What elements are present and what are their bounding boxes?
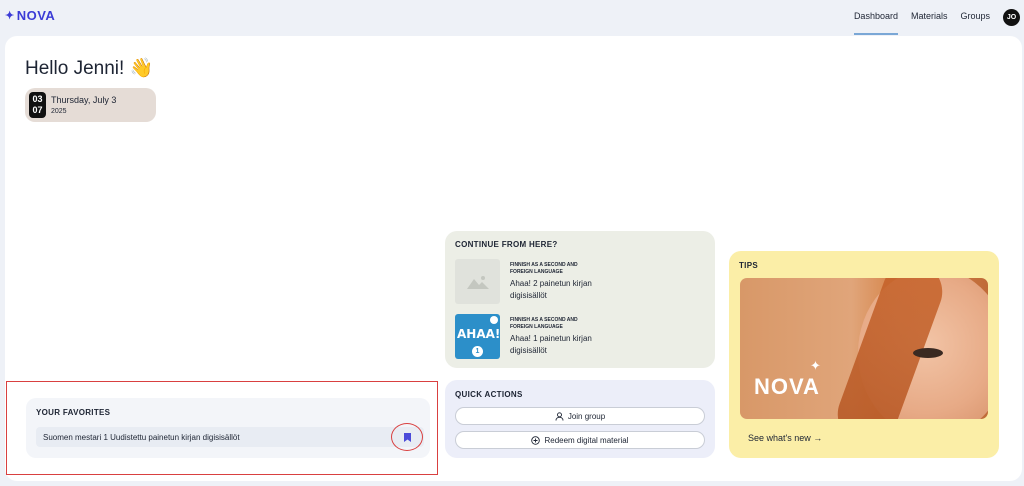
join-group-button[interactable]: Join group xyxy=(455,407,705,425)
continue-item[interactable]: FINNISH AS A SECOND AND FOREIGN LANGUAGE… xyxy=(455,259,610,304)
calendar-month: 07 xyxy=(32,105,43,115)
tips-card: TIPS ✦ NOVA See what's new → xyxy=(729,251,999,458)
eye-illustration xyxy=(913,348,943,358)
redeem-label: Redeem digital material xyxy=(544,435,629,445)
continue-title: CONTINUE FROM HERE? xyxy=(455,240,558,249)
ahaa-cover-image: AHAA! 1 xyxy=(455,314,500,359)
date-badge: 03 07 Thursday, July 3 2025 xyxy=(25,88,156,122)
join-group-label: Join group xyxy=(567,411,606,421)
quick-actions-title: QUICK ACTIONS xyxy=(455,390,523,399)
tips-title: TIPS xyxy=(739,261,758,270)
badge-icon xyxy=(490,316,498,324)
favorite-item[interactable]: Suomen mestari 1 Uudistettu painetun kir… xyxy=(36,427,424,447)
nav-materials[interactable]: Materials xyxy=(911,0,948,34)
promo-logo: NOVA xyxy=(754,374,820,399)
plus-circle-icon xyxy=(531,435,541,445)
date-weekday: Thursday, July 3 xyxy=(51,95,117,105)
favorites-title: YOUR FAVORITES xyxy=(36,408,111,417)
continue-item-category: FINNISH AS A SECOND AND FOREIGN LANGUAGE xyxy=(510,262,578,275)
date-year: 2025 xyxy=(51,108,67,115)
continue-card: CONTINUE FROM HERE? FINNISH AS A SECOND … xyxy=(445,231,715,368)
continue-item[interactable]: AHAA! 1 FINNISH AS A SECOND AND FOREIGN … xyxy=(455,314,610,359)
calendar-day: 03 xyxy=(32,94,43,104)
see-whats-new-link[interactable]: See what's new → xyxy=(748,433,822,443)
quick-actions-card: QUICK ACTIONS Join group Redeem digital … xyxy=(445,380,715,458)
continue-item-title: Ahaa! 2 painetun kirjan digisisällöt xyxy=(510,279,592,300)
continue-item-category: FINNISH AS A SECOND AND FOREIGN LANGUAGE xyxy=(510,317,578,330)
continue-item-title: Ahaa! 1 painetun kirjan digisisällöt xyxy=(510,334,592,355)
sparkle-icon: ✦ xyxy=(5,10,15,22)
main-nav: Dashboard Materials Groups JO xyxy=(853,0,1024,35)
tips-promo-image[interactable]: ✦ NOVA xyxy=(740,278,988,419)
nav-dashboard[interactable]: Dashboard xyxy=(853,0,898,35)
redeem-material-button[interactable]: Redeem digital material xyxy=(455,431,705,449)
user-icon xyxy=(555,411,564,421)
avatar[interactable]: JO xyxy=(1003,8,1020,26)
logo-text: NOVA xyxy=(16,8,56,23)
cover-number: 1 xyxy=(472,346,483,357)
top-bar: ✦ NOVA Dashboard Materials Groups JO xyxy=(0,0,1024,35)
favorite-item-label: Suomen mestari 1 Uudistettu painetun kir… xyxy=(43,432,240,442)
cover-title: AHAA! xyxy=(457,327,500,341)
sparkle-icon: ✦ xyxy=(810,358,821,373)
placeholder-image-icon xyxy=(455,259,500,304)
favorites-card: YOUR FAVORITES Suomen mestari 1 Uudistet… xyxy=(26,398,430,458)
calendar-icon: 03 07 xyxy=(29,92,46,118)
nav-groups[interactable]: Groups xyxy=(960,0,990,34)
nova-logo[interactable]: ✦ NOVA xyxy=(5,8,55,23)
page-title: Hello Jenni! 👋 xyxy=(25,58,154,79)
bookmark-icon xyxy=(403,432,411,442)
bookmark-button[interactable] xyxy=(391,423,423,451)
